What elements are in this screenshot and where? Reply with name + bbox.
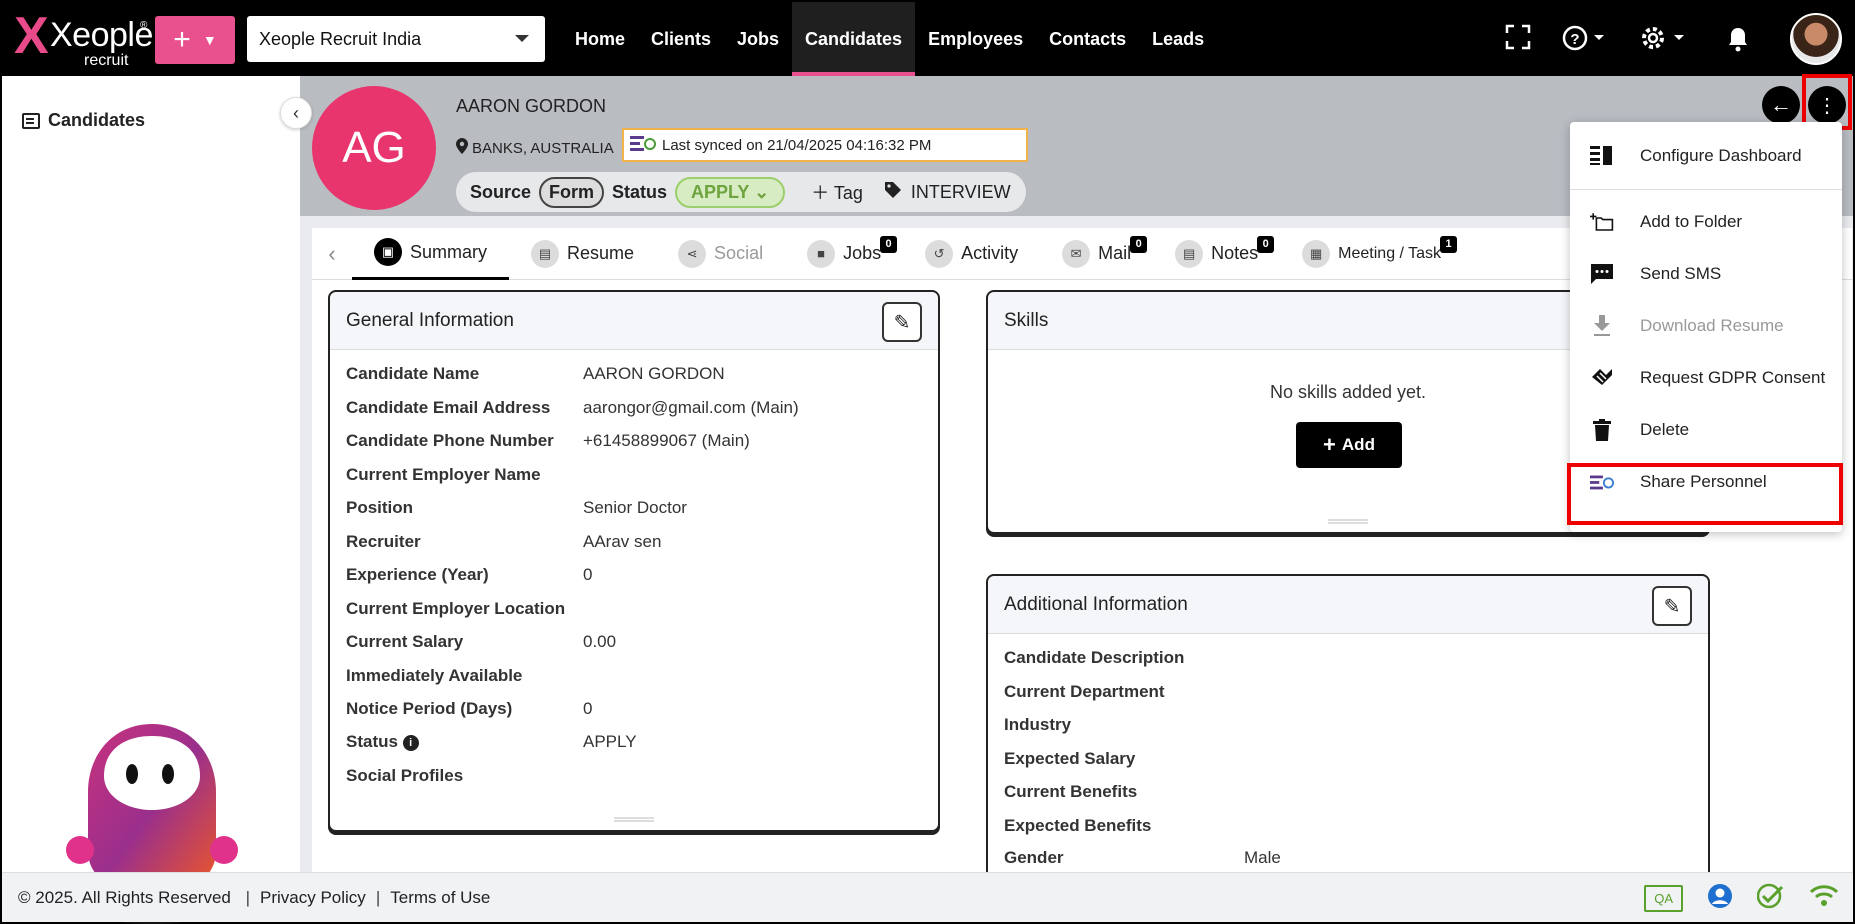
resize-handle[interactable] [614,817,654,822]
sync-status: Last synced on 21/04/2025 04:16:32 PM [622,128,1028,162]
pencil-icon: ✎ [1663,595,1681,618]
company-select[interactable]: Xeople Recruit India [247,16,545,62]
xeople-logo[interactable]: X Xeople recruit ® [14,8,153,70]
dashboard-icon [1590,144,1614,168]
menu-request-gdpr-consent[interactable]: Request GDPR Consent [1570,352,1842,404]
share-icon: ⋖ [678,239,707,268]
tab-summary[interactable]: ▣ Summary [352,228,510,280]
svg-text:?: ? [1570,31,1579,48]
sms-icon [1590,262,1614,286]
menu-download-resume[interactable]: Download Resume [1570,300,1842,352]
nav-employees[interactable]: Employees [915,2,1036,76]
status-dropdown[interactable]: APPLY ⌄ [675,176,786,208]
general-information-card: General Information ✎ Candidate Name AARO… [328,290,940,832]
document-icon: ▤ [531,239,560,268]
notes-count-badge: 0 [1257,235,1275,253]
settings-icon[interactable] [1640,24,1690,59]
tabs-scroll-left[interactable]: ‹ [312,241,352,267]
download-icon [1590,314,1614,338]
mail-count-badge: 0 [1130,235,1148,253]
candidate-name: AARON GORDON [456,96,607,116]
briefcase-icon: ■ [807,239,836,268]
trash-icon [1590,418,1614,442]
help-icon[interactable]: ? [1562,24,1610,59]
nav-home[interactable]: Home [562,2,638,76]
menu-delete[interactable]: Delete [1570,404,1842,456]
add-skill-button[interactable]: + Add [1296,422,1402,468]
nav-contacts[interactable]: Contacts [1036,2,1139,76]
source-pill: Form [539,176,605,208]
bell-icon[interactable] [1727,26,1749,59]
plus-icon: + [173,23,191,56]
info-icon[interactable]: i [402,735,419,751]
nav-clients[interactable]: Clients [638,2,724,76]
mail-icon: ✉ [1062,239,1091,268]
pencil-icon: ✎ [893,311,911,334]
tab-resume[interactable]: ▤ Resume [509,228,656,280]
nav-leads[interactable]: Leads [1139,2,1217,76]
edit-additional-button[interactable]: ✎ [1652,586,1692,626]
wifi-icon[interactable] [1809,884,1839,913]
fullscreen-icon[interactable] [1505,24,1531,57]
tab-meeting-task[interactable]: ▦ Meeting / Task 1 [1280,228,1463,280]
check-status-icon[interactable] [1756,883,1785,914]
dropdown-arrow-icon [515,35,529,42]
sidebar: Candidates [2,76,300,924]
back-button[interactable]: ← [1762,86,1800,124]
sidebar-item-candidates[interactable]: Candidates [22,110,145,131]
tab-notes[interactable]: ▤ Notes 0 [1153,228,1280,280]
card-title: Skills [1004,309,1049,331]
handshake-icon [1590,366,1614,390]
card-title: General Information [346,309,514,331]
meeting-count-badge: 1 [1440,235,1458,253]
menu-send-sms[interactable]: Send SMS [1570,248,1842,300]
terms-of-use-link[interactable]: Terms of Use [390,888,490,908]
copyright-text: © 2025. All Rights Reserved [18,887,231,907]
user-avatar[interactable] [1790,13,1842,65]
additional-information-card: Additional Information ✎ Candidate Descr… [986,574,1710,894]
plus-icon: ＋ [811,183,834,203]
add-tag-button[interactable]: ＋ Tag [811,179,863,205]
chevron-left-icon: ‹ [293,102,299,123]
footer: © 2025. All Rights Reserved | Privacy Po… [2,872,1853,922]
privacy-policy-link[interactable]: Privacy Policy [260,888,366,908]
user-status-icon[interactable] [1707,883,1733,914]
tab-jobs[interactable]: ■ Jobs 0 [785,228,903,280]
history-icon: ↺ [925,239,954,268]
tab-mail[interactable]: ✉ Mail 0 [1040,228,1153,280]
summary-icon: ▣ [374,238,402,266]
candidate-location: BANKS, AUSTRALIA [456,138,614,158]
top-navbar: X Xeople recruit ® + ▼ Xeople Recruit In… [2,2,1853,76]
map-pin-icon [456,138,468,158]
tag-interview[interactable]: INTERVIEW [883,180,1011,205]
menu-add-to-folder[interactable]: Add to Folder [1570,196,1842,248]
quick-add-button[interactable]: + ▼ [155,16,235,64]
sidebar-collapse-button[interactable]: ‹ [280,97,312,129]
tab-activity[interactable]: ↺ Activity [903,228,1040,280]
card-title: Additional Information [1004,593,1188,615]
edit-general-button[interactable]: ✎ [882,302,922,342]
list-icon [22,112,40,129]
calendar-icon: ▦ [1302,239,1331,268]
candidate-avatar: AG [312,86,436,210]
nav-candidates[interactable]: Candidates [792,2,916,76]
nav-jobs[interactable]: Jobs [724,2,792,76]
sync-logo-icon [630,134,656,156]
tag-icon [883,180,903,205]
jobs-count-badge: 0 [880,235,898,253]
note-icon: ▤ [1175,239,1204,268]
environment-badge: QA [1644,885,1683,912]
resize-handle[interactable] [1328,519,1368,524]
tab-social[interactable]: ⋖ Social [656,228,785,280]
arrow-left-icon: ← [1770,92,1792,117]
plus-icon: + [1323,432,1336,457]
candidate-meta-bar: Source Form Status APPLY ⌄ ＋ Tag INTERVI… [456,172,1026,212]
chevron-down-icon: ▼ [202,32,217,48]
main-nav: Home Clients Jobs Candidates Employees C… [562,2,1217,76]
folder-add-icon [1590,210,1614,234]
chevron-down-icon: ⌄ [754,181,770,202]
menu-configure-dashboard[interactable]: Configure Dashboard [1570,130,1842,182]
highlight-box [1567,463,1843,525]
